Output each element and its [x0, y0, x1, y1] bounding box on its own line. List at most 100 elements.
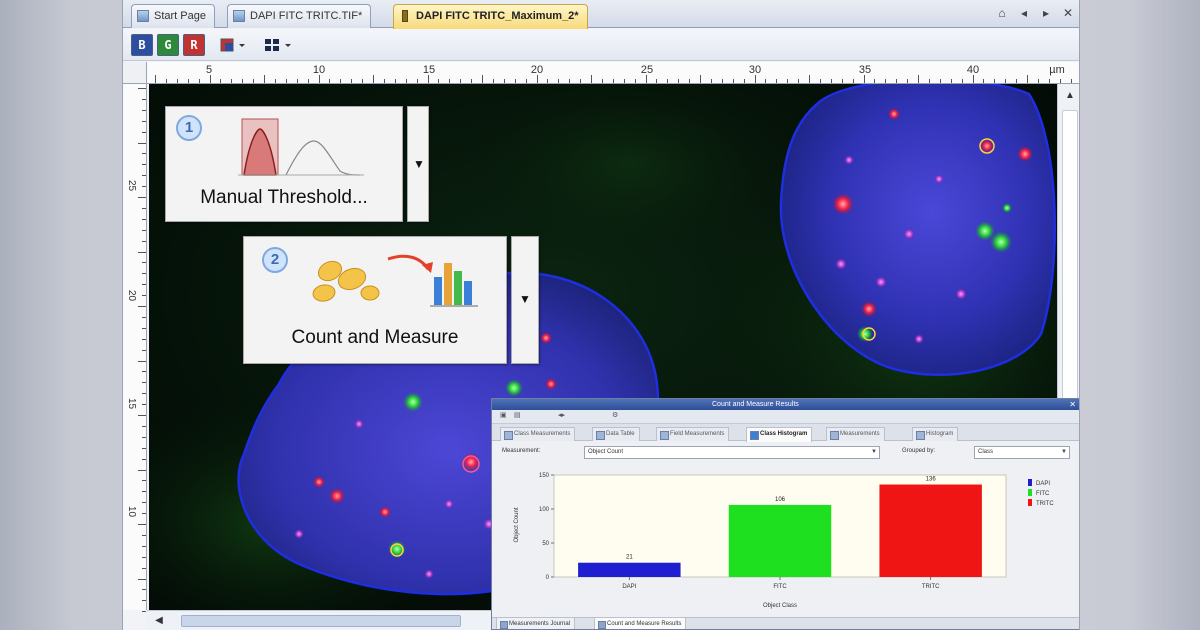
ruler-tick: [142, 567, 146, 569]
ruler-tick: [689, 79, 691, 83]
ruler-tick: [138, 197, 146, 198]
layout-dropdown[interactable]: [263, 36, 297, 54]
tab-count-measure-results[interactable]: Count and Measure Results: [594, 618, 687, 629]
color-map-dropdown[interactable]: [219, 36, 249, 54]
histogram-controls: Measurement: Object Count ▼ Grouped by: …: [492, 441, 1079, 465]
ruler-tick: [656, 79, 658, 83]
ruler-tick: [142, 229, 146, 231]
tab-source-image[interactable]: DAPI FITC TRITC.TIF*: [227, 4, 372, 28]
ruler-tick: [242, 79, 244, 83]
tab-label: DAPI FITC TRITC.TIF*: [250, 10, 363, 22]
ruler-tick: [142, 207, 146, 209]
grouped-by-label: Grouped by:: [902, 448, 936, 454]
ruler-tick: [142, 240, 146, 242]
scroll-thumb[interactable]: [181, 615, 461, 627]
tab-field-measurements[interactable]: Field Measurements: [656, 427, 730, 441]
manual-threshold-card[interactable]: 1 Manual Threshold...: [165, 106, 403, 222]
ruler-tick: [138, 251, 146, 253]
image-icon: [402, 10, 408, 22]
ruler-tick: [427, 75, 429, 83]
ruler-tick: [138, 142, 146, 144]
ruler-tick: [612, 79, 614, 83]
tab-class-measurements[interactable]: Class Measurements: [500, 427, 576, 441]
chevron-down-icon: ▼: [413, 157, 425, 171]
count-and-measure-dropdown[interactable]: ▼: [511, 236, 539, 364]
tab-measurements-journal[interactable]: Measurements Journal: [496, 618, 576, 629]
ruler-tick: [591, 75, 592, 83]
tab-class-histogram[interactable]: Class Histogram: [746, 427, 813, 442]
chart-legend: DAPI FITC TRITC: [1028, 479, 1054, 507]
scroll-left-icon[interactable]: ◀: [151, 613, 167, 629]
count-measure-icon: [312, 254, 478, 307]
measurement-value: Object Count: [588, 449, 624, 455]
x-tick-label: TRITC: [922, 584, 940, 590]
tab-right-icon[interactable]: ▸: [1039, 6, 1053, 20]
ruler-label: 25: [126, 180, 137, 192]
ruler-tick: [438, 79, 440, 83]
grouped-by-select[interactable]: Class ▼: [974, 446, 1070, 459]
vertical-ruler: 25 20 15 10: [123, 84, 147, 613]
channel-green-button[interactable]: G: [157, 34, 179, 56]
color-map-icon: [220, 38, 245, 52]
scroll-thumb[interactable]: [1062, 110, 1078, 400]
ruler-tick: [351, 79, 353, 83]
ruler-tick: [732, 79, 734, 83]
ruler-tick: [138, 415, 146, 416]
tab-label: Field Measurements: [670, 431, 725, 437]
ruler-tick: [765, 79, 767, 83]
tab-label: Measurements: [840, 431, 880, 437]
tab-start-page[interactable]: Start Page: [131, 4, 215, 28]
ruler-tick: [142, 175, 146, 177]
measurement-select[interactable]: Object Count ▼: [584, 446, 880, 459]
channel-blue-button[interactable]: B: [131, 34, 153, 56]
ruler-tick: [863, 75, 865, 83]
count-and-measure-card[interactable]: 2 Count and Measure: [243, 236, 507, 364]
ruler-tick: [743, 79, 745, 83]
ruler-tick: [142, 349, 146, 351]
tab-label: Histogram: [926, 431, 954, 437]
ruler-label: 10: [126, 506, 137, 518]
undock-icon[interactable]: ⌂: [995, 6, 1009, 20]
ruler-tick: [1037, 79, 1039, 83]
tab-left-icon[interactable]: ◂: [1017, 6, 1031, 20]
ruler-tick: [503, 79, 505, 83]
channel-red-button[interactable]: R: [183, 34, 205, 56]
navigate-icon[interactable]: ◂▸: [558, 411, 565, 419]
ruler-tick: [142, 153, 146, 155]
chevron-down-icon: ▼: [1061, 449, 1067, 455]
settings-icon[interactable]: ⚙: [612, 411, 618, 419]
ruler-tick: [340, 79, 342, 83]
ruler-tick: [601, 79, 603, 83]
ruler-tick: [231, 79, 233, 83]
bar-data-label: 136: [926, 477, 937, 483]
export-icon[interactable]: ▣: [500, 411, 507, 419]
ruler-tick: [645, 75, 647, 83]
close-icon[interactable]: ✕: [1069, 399, 1076, 410]
close-icon[interactable]: ✕: [1061, 6, 1075, 20]
ruler-tick: [142, 316, 146, 318]
ruler-tick: [138, 360, 146, 362]
ruler-tick: [142, 436, 146, 438]
copy-icon[interactable]: ▤: [514, 411, 521, 419]
scroll-up-icon[interactable]: ▲: [1062, 88, 1078, 104]
ruler-label: 15: [422, 64, 436, 76]
ruler-tick: [482, 75, 483, 83]
tab-measurements[interactable]: Measurements: [826, 427, 885, 441]
tab-maximum-image[interactable]: DAPI FITC TRITC_Maximum_2*: [393, 4, 588, 29]
tab-data-table[interactable]: Data Table: [592, 427, 640, 441]
ruler-tick: [142, 284, 146, 286]
ruler-tick: [580, 79, 582, 83]
ruler-label: 25: [640, 64, 654, 76]
results-tab-bar: Class Measurements Data Table Field Meas…: [492, 424, 1079, 442]
bottom-tab-bar: Measurements Journal Count and Measure R…: [492, 617, 1079, 629]
ruler-unit: µm: [1049, 64, 1065, 76]
ruler-tick: [950, 79, 952, 83]
manual-threshold-dropdown[interactable]: ▼: [407, 106, 429, 222]
ruler-tick: [142, 120, 146, 122]
chevron-down-icon: ▼: [871, 449, 877, 455]
class-histogram-chart: 0 50 100 150 21 DAPI 106 FITC 136 TRITC Object Co…: [514, 473, 1054, 609]
horizontal-ruler: 5 10 15 20 25 30 35 40 µm: [147, 62, 1079, 84]
tab-histogram[interactable]: Histogram: [912, 427, 959, 441]
ruler-tick: [514, 79, 516, 83]
ruler-tick: [852, 79, 854, 83]
